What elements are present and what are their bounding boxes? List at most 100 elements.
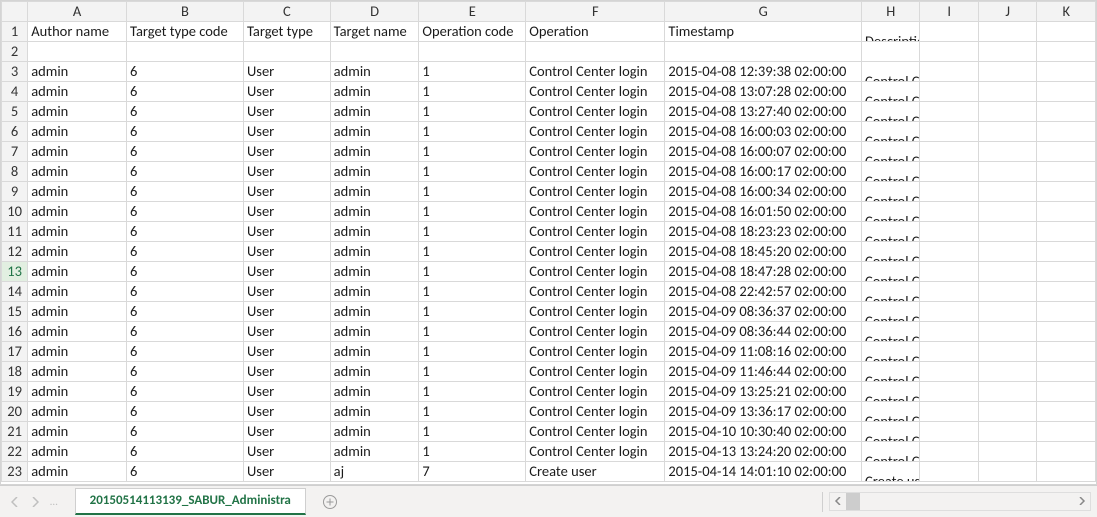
column-header-A[interactable]: A [28, 2, 127, 22]
cell-J6[interactable] [978, 122, 1036, 142]
cell-G19[interactable]: 2015-04-09 13:25:21 02:00:00 [665, 382, 862, 402]
cell-A23[interactable]: admin [28, 462, 127, 482]
cell-J9[interactable] [978, 182, 1036, 202]
add-sheet-button[interactable] [316, 490, 344, 514]
cell-H4[interactable]: Control Center login of user "admin". [862, 82, 920, 102]
cell-F15[interactable]: Control Center login [526, 302, 665, 322]
cell-G20[interactable]: 2015-04-09 13:36:17 02:00:00 [665, 402, 862, 422]
scroll-left-icon[interactable] [830, 494, 846, 509]
cell-G4[interactable]: 2015-04-08 13:07:28 02:00:00 [665, 82, 862, 102]
table-row[interactable]: 21admin6Useradmin1Control Center login20… [2, 422, 1096, 442]
cell-G17[interactable]: 2015-04-09 11:08:16 02:00:00 [665, 342, 862, 362]
cell-B14[interactable]: 6 [127, 282, 244, 302]
cell-G7[interactable]: 2015-04-08 16:00:07 02:00:00 [665, 142, 862, 162]
cell-H16[interactable]: Control Center login of user "admin". [862, 322, 920, 342]
cell-B4[interactable]: 6 [127, 82, 244, 102]
cell-F1[interactable]: Operation [526, 22, 665, 42]
row-header[interactable]: 15 [2, 302, 28, 322]
cell-D14[interactable]: admin [330, 282, 419, 302]
cell-D5[interactable]: admin [330, 102, 419, 122]
cell-H3[interactable]: Control Center login of user "admin". [862, 62, 920, 82]
row-header[interactable]: 4 [2, 82, 28, 102]
cell-A14[interactable]: admin [28, 282, 127, 302]
cell-C19[interactable]: User [243, 382, 330, 402]
cell-K6[interactable] [1037, 122, 1096, 142]
cell-G21[interactable]: 2015-04-10 10:30:40 02:00:00 [665, 422, 862, 442]
cell-H12[interactable]: Control Center login of user "admin". [862, 242, 920, 262]
cell-D10[interactable]: admin [330, 202, 419, 222]
row-header[interactable]: 20 [2, 402, 28, 422]
cell-B20[interactable]: 6 [127, 402, 244, 422]
cell-H21[interactable]: Control Center login of user "admin". [862, 422, 920, 442]
cell-J1[interactable] [978, 22, 1036, 42]
cell-D13[interactable]: admin [330, 262, 419, 282]
table-row[interactable]: 10admin6Useradmin1Control Center login20… [2, 202, 1096, 222]
column-header-H[interactable]: H [862, 2, 920, 22]
cell-A5[interactable]: admin [28, 102, 127, 122]
cell-E11[interactable]: 1 [419, 222, 526, 242]
cell-H22[interactable]: Control Center login of user "admin". [862, 442, 920, 462]
cell-I18[interactable] [920, 362, 978, 382]
cell-G3[interactable]: 2015-04-08 12:39:38 02:00:00 [665, 62, 862, 82]
cell-K23[interactable] [1037, 462, 1096, 482]
cell-K9[interactable] [1037, 182, 1096, 202]
table-row[interactable]: 2 [2, 42, 1096, 62]
table-row[interactable]: 15admin6Useradmin1Control Center login20… [2, 302, 1096, 322]
table-row[interactable]: 23admin6Useraj7Create user2015-04-14 14:… [2, 462, 1096, 482]
row-header[interactable]: 1 [2, 22, 28, 42]
cell-F23[interactable]: Create user [526, 462, 665, 482]
sheet-tab-active[interactable]: 20150514113139_SABUR_Administra [75, 488, 306, 515]
cell-J17[interactable] [978, 342, 1036, 362]
cell-K16[interactable] [1037, 322, 1096, 342]
table-row[interactable]: 19admin6Useradmin1Control Center login20… [2, 382, 1096, 402]
cell-E17[interactable]: 1 [419, 342, 526, 362]
cell-E5[interactable]: 1 [419, 102, 526, 122]
table-row[interactable]: 6admin6Useradmin1Control Center login201… [2, 122, 1096, 142]
cell-J18[interactable] [978, 362, 1036, 382]
cell-B3[interactable]: 6 [127, 62, 244, 82]
cell-F18[interactable]: Control Center login [526, 362, 665, 382]
scrollbar-thumb[interactable] [846, 493, 860, 510]
cell-I17[interactable] [920, 342, 978, 362]
cell-D16[interactable]: admin [330, 322, 419, 342]
cell-D19[interactable]: admin [330, 382, 419, 402]
cell-J3[interactable] [978, 62, 1036, 82]
cell-E2[interactable] [419, 42, 526, 62]
cell-I12[interactable] [920, 242, 978, 262]
cell-D6[interactable]: admin [330, 122, 419, 142]
cell-K4[interactable] [1037, 82, 1096, 102]
cell-K12[interactable] [1037, 242, 1096, 262]
cell-J20[interactable] [978, 402, 1036, 422]
cell-I2[interactable] [920, 42, 978, 62]
cell-H6[interactable]: Control Center login of user "admin". [862, 122, 920, 142]
cell-H11[interactable]: Control Center login of user "admin". [862, 222, 920, 242]
row-header[interactable]: 16 [2, 322, 28, 342]
cell-E18[interactable]: 1 [419, 362, 526, 382]
row-header[interactable]: 18 [2, 362, 28, 382]
cell-J22[interactable] [978, 442, 1036, 462]
cell-G23[interactable]: 2015-04-14 14:01:10 02:00:00 [665, 462, 862, 482]
cell-G6[interactable]: 2015-04-08 16:00:03 02:00:00 [665, 122, 862, 142]
cell-K3[interactable] [1037, 62, 1096, 82]
cell-I22[interactable] [920, 442, 978, 462]
cell-G14[interactable]: 2015-04-08 22:42:57 02:00:00 [665, 282, 862, 302]
row-header[interactable]: 9 [2, 182, 28, 202]
cell-H15[interactable]: Control Center login of user "admin". [862, 302, 920, 322]
cell-I19[interactable] [920, 382, 978, 402]
cell-C20[interactable]: User [243, 402, 330, 422]
cell-B18[interactable]: 6 [127, 362, 244, 382]
cell-C9[interactable]: User [243, 182, 330, 202]
cell-H2[interactable] [862, 42, 920, 62]
cell-I21[interactable] [920, 422, 978, 442]
column-header-K[interactable]: K [1037, 2, 1096, 22]
cell-E22[interactable]: 1 [419, 442, 526, 462]
cell-D9[interactable]: admin [330, 182, 419, 202]
cell-C16[interactable]: User [243, 322, 330, 342]
cell-J21[interactable] [978, 422, 1036, 442]
cell-K20[interactable] [1037, 402, 1096, 422]
cell-B13[interactable]: 6 [127, 262, 244, 282]
cell-D12[interactable]: admin [330, 242, 419, 262]
column-header-I[interactable]: I [920, 2, 978, 22]
cell-F17[interactable]: Control Center login [526, 342, 665, 362]
cell-J12[interactable] [978, 242, 1036, 262]
